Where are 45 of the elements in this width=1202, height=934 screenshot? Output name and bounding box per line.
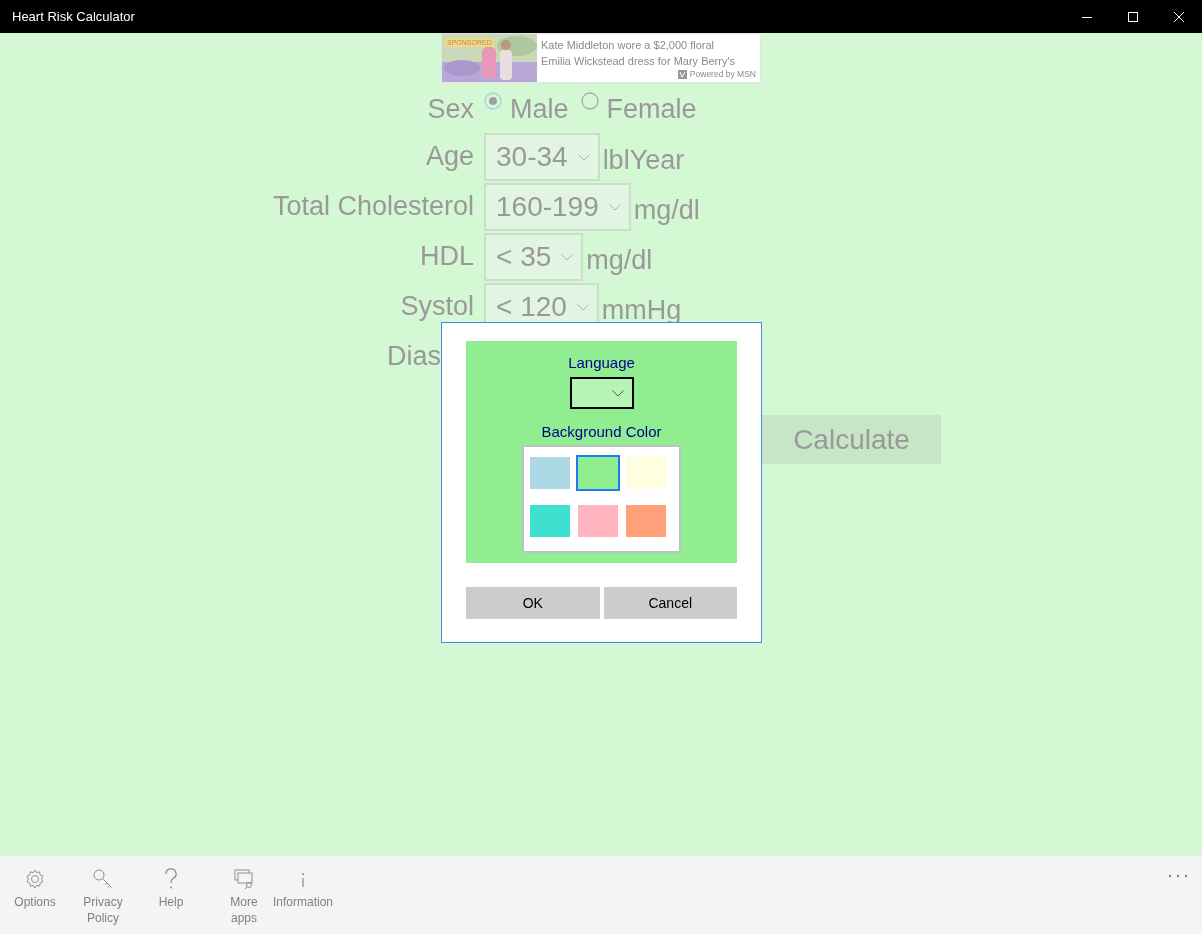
dialog-button[interactable]: OK (466, 587, 600, 619)
field-label: Systol (399, 290, 474, 322)
radio-option[interactable]: Female (580, 93, 697, 125)
app-bar-button[interactable]: Information (276, 856, 330, 911)
credit-text: Powered by MSN (689, 69, 756, 79)
ad-headline: Emilia Wickstead dress for Mary Berry's (541, 54, 737, 69)
chevron-icon (608, 203, 621, 211)
field-label: HDL (419, 240, 474, 272)
field-label: Sex (426, 93, 474, 125)
dialog-button[interactable]: Cancel (603, 587, 737, 619)
chevron-icon (576, 303, 589, 311)
maximize-icon (1128, 11, 1138, 22)
help-icon (164, 868, 178, 890)
chevron-icon (577, 153, 590, 161)
unit-label: mmHg (601, 295, 682, 327)
unit-label: lblYear (602, 145, 685, 177)
field-label: Age (424, 140, 474, 172)
ad-headline: Kate Middleton wore a $2,000 floral (541, 38, 716, 53)
gear-icon (24, 868, 46, 890)
app-bar-button[interactable]: Options (8, 856, 62, 911)
radio-option[interactable]: Male (484, 93, 569, 125)
dropdown[interactable]: < 35 (484, 233, 584, 281)
chevron-icon (611, 389, 624, 397)
app-bar-button[interactable]: Privacy Policy (76, 856, 130, 927)
screens-icon (233, 868, 255, 890)
unit-label: mg/dl (586, 245, 653, 277)
field-label: Dias (386, 340, 442, 372)
app-bar-button[interactable]: More apps (212, 856, 276, 927)
dropdown[interactable]: 160-199 (484, 183, 631, 231)
unit-label: mg/dl (633, 195, 700, 227)
radio-icon[interactable] (580, 91, 599, 110)
language-dropdown[interactable] (569, 377, 634, 409)
language-label: Language (568, 354, 635, 372)
dropdown[interactable]: 30-34 (484, 133, 600, 181)
ellipsis-icon (1168, 874, 1188, 878)
chevron-icon (561, 253, 574, 261)
close-icon (1174, 11, 1184, 22)
field-label: Total Cholesterol (271, 190, 474, 222)
window-title: Heart Risk Calculator (11, 9, 135, 24)
app-bar-button[interactable]: Help (144, 856, 198, 911)
radio-icon[interactable] (484, 91, 502, 110)
key-icon (92, 868, 114, 890)
msn-icon (677, 69, 687, 79)
calculate-button[interactable]: Calculate (762, 415, 941, 464)
color-label: Background Color (541, 423, 662, 441)
